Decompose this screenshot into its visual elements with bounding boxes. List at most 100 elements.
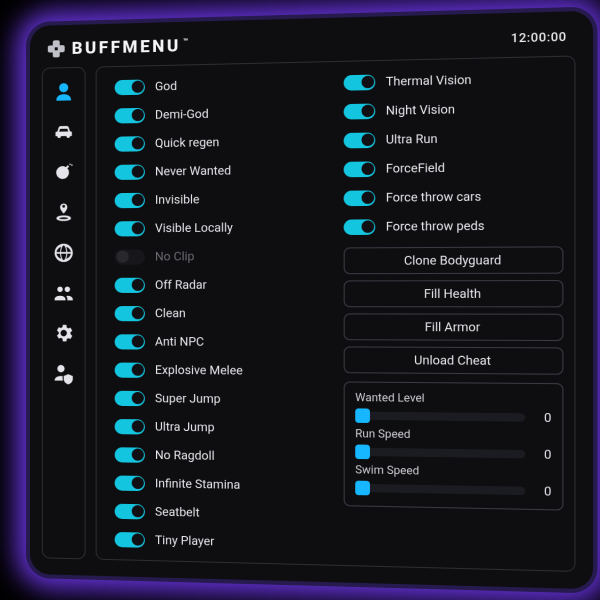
toggle-switch[interactable] [115, 79, 145, 95]
toggle-knob [131, 194, 143, 206]
action-button[interactable]: Unload Cheat [344, 346, 564, 374]
toggle-knob [131, 364, 143, 376]
slider-track[interactable] [355, 411, 525, 421]
toggle-switch[interactable] [115, 475, 145, 491]
slider-handle[interactable] [355, 408, 370, 423]
toggle-row: Night Vision [344, 97, 564, 122]
toggle-switch[interactable] [344, 161, 376, 177]
toggle-switch[interactable] [115, 362, 145, 377]
toggle-row: ForceField [344, 156, 564, 180]
toggle-switch[interactable] [344, 132, 376, 148]
toggle-knob [131, 505, 143, 517]
toggle-label: Thermal Vision [386, 72, 472, 88]
slider-track[interactable] [355, 484, 525, 495]
sidebar-item-protection[interactable] [50, 359, 78, 387]
toggle-label: Demi-God [155, 107, 209, 122]
action-button[interactable]: Fill Armor [344, 313, 564, 341]
pin-icon [53, 202, 75, 224]
sidebar-item-settings[interactable] [50, 319, 78, 347]
toggle-label: No Clip [155, 249, 194, 263]
toggle-switch[interactable] [115, 390, 145, 405]
action-buttons: Clone Bodyguard Fill Health Fill Armor Unlo… [344, 246, 564, 374]
toggle-switch[interactable] [344, 74, 376, 90]
toggle-row: Seatbelt [115, 501, 325, 526]
toggle-row: Never Wanted [115, 159, 325, 182]
toggle-knob [131, 533, 143, 545]
toggle-row: Quick regen [115, 130, 325, 154]
toggle-label: ForceField [386, 160, 445, 175]
sidebar-item-teleport[interactable] [50, 199, 78, 227]
toggle-label: God [155, 79, 177, 94]
toggle-switch[interactable] [115, 503, 145, 519]
toggle-switch[interactable] [115, 107, 145, 123]
slider-row: 0 [355, 481, 551, 499]
toggle-knob [131, 81, 143, 93]
toggle-switch[interactable] [344, 190, 376, 206]
toggle-switch[interactable] [115, 447, 145, 463]
toggle-knob [131, 392, 143, 404]
toggle-row: Anti NPC [115, 331, 325, 352]
slider-track[interactable] [355, 448, 525, 459]
toggle-label: Infinite Stamina [155, 476, 240, 492]
toggle-label: Force throw peds [386, 218, 485, 233]
toggle-switch[interactable] [115, 531, 145, 547]
slider-row: 0 [355, 408, 551, 425]
slider-value: 0 [536, 410, 551, 425]
toggle-switch[interactable] [115, 306, 145, 321]
toggle-row: Clean [115, 303, 325, 324]
slider-handle[interactable] [355, 481, 370, 496]
toggle-knob [131, 137, 143, 149]
slider-value: 0 [536, 447, 551, 462]
toggle-switch[interactable] [344, 219, 376, 235]
toggle-label: Night Vision [386, 102, 455, 118]
right-column: Thermal Vision Night Vision Ultra Run Force… [344, 67, 564, 560]
gear-icon [53, 322, 75, 344]
toggle-row: God [115, 73, 325, 98]
toggle-switch[interactable] [115, 192, 145, 207]
action-button[interactable]: Clone Bodyguard [344, 246, 564, 274]
user-icon [53, 81, 75, 104]
options-panel: GodDemi-GodQuick regenNever WantedInvisi… [96, 55, 576, 571]
action-button[interactable]: Fill Health [344, 280, 564, 307]
sidebar-item-weapon[interactable] [50, 158, 78, 186]
toggle-row: No Ragdoll [115, 444, 325, 468]
toggle-switch[interactable] [115, 277, 145, 292]
toggle-label: Visible Locally [155, 220, 233, 235]
slider-label: Swim Speed [355, 463, 551, 480]
toggle-switch[interactable] [115, 136, 145, 152]
toggle-row: Super Jump [115, 388, 325, 410]
toggle-switch[interactable] [115, 221, 145, 236]
toggle-knob [131, 307, 143, 319]
toggle-switch[interactable] [115, 334, 145, 349]
sidebar [42, 67, 86, 560]
toggle-knob [131, 477, 143, 489]
clock: 12:00:00 [511, 29, 567, 45]
toggle-knob [131, 279, 143, 291]
sidebar-item-vehicle[interactable] [50, 118, 78, 147]
toggle-label: Tiny Player [155, 533, 214, 549]
bomb-icon [53, 161, 75, 183]
toggle-knob [131, 335, 143, 347]
sidebar-item-online[interactable] [50, 239, 78, 267]
toggle-label: Ultra Jump [155, 419, 215, 434]
toggle-switch[interactable] [344, 103, 376, 119]
toggle-switch [115, 249, 145, 264]
sidebar-item-player[interactable] [50, 78, 78, 107]
sidebar-item-lobby[interactable] [50, 279, 78, 307]
slider-value: 0 [536, 484, 551, 499]
toggle-switch[interactable] [115, 164, 145, 180]
toggle-label: Force throw cars [386, 189, 481, 204]
toggle-row: Off Radar [115, 274, 325, 295]
slider-handle[interactable] [355, 445, 370, 460]
toggle-label: Quick regen [155, 135, 219, 150]
toggle-label: Ultra Run [386, 131, 438, 146]
toggles-left-column: GodDemi-GodQuick regenNever WantedInvisi… [115, 73, 325, 555]
toggle-knob [131, 166, 143, 178]
toggle-label: Off Radar [155, 278, 207, 292]
brand-logo-icon [48, 40, 66, 58]
toggles-right-column: Thermal Vision Night Vision Ultra Run Force… [344, 67, 564, 237]
slider-label: Wanted Level [355, 391, 551, 406]
toggle-switch[interactable] [115, 418, 145, 434]
toggle-knob [361, 162, 374, 175]
toggle-knob [361, 220, 374, 232]
